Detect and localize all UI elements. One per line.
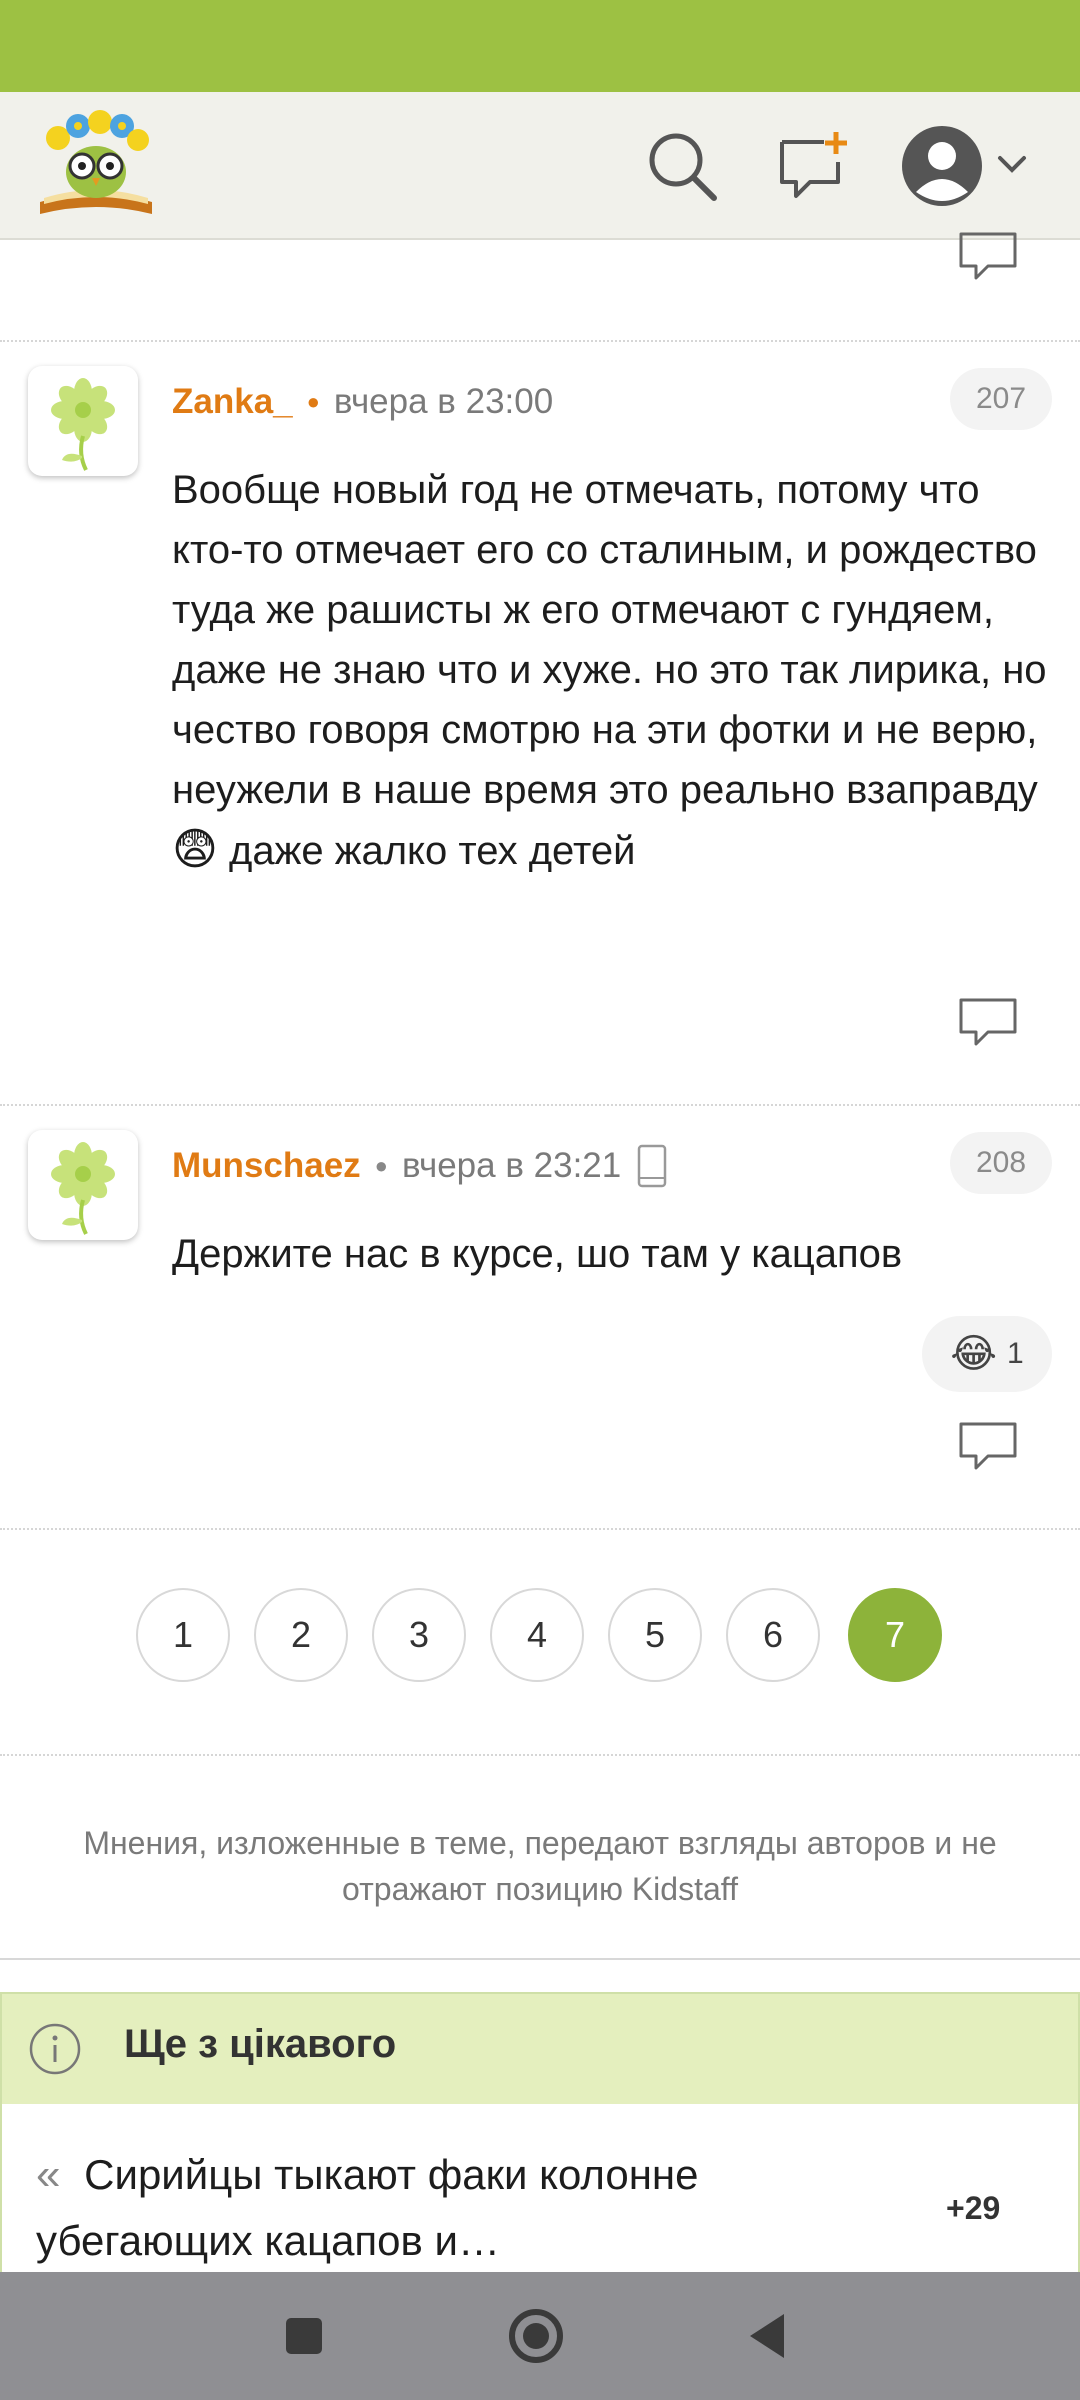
kidstaff-logo[interactable] <box>34 106 158 224</box>
home-icon[interactable] <box>504 2304 568 2368</box>
comment-text: Держите нас в курсе, шо там у кацапов <box>172 1232 903 1276</box>
more-item-title[interactable]: Сирийцы тыкают факи колонне убегающих ка… <box>36 2151 699 2264</box>
double-chevron-icon: « <box>36 2150 61 2199</box>
page-5-button[interactable]: 5 <box>608 1588 702 1682</box>
divider <box>0 1958 1080 1960</box>
info-icon <box>29 2023 81 2075</box>
comment-author[interactable]: Munschaez <box>172 1146 361 1186</box>
comment-text: Вообще новый год не отмечать, потому что… <box>172 460 1052 881</box>
more-interesting-item[interactable]: « Сирийцы тыкают факи колонне убегающих … <box>36 2142 856 2274</box>
reply-icon[interactable] <box>958 996 1018 1052</box>
status-bar <box>0 0 1080 92</box>
comment-separator <box>0 1528 1080 1530</box>
flower-avatar-icon <box>51 1142 115 1235</box>
user-menu-button[interactable] <box>900 120 1030 212</box>
more-item-score: +29 <box>946 2190 1001 2226</box>
android-navigation-bar <box>0 2272 1080 2400</box>
back-icon[interactable] <box>736 2304 800 2368</box>
comment-time: вчера в 23:21 <box>401 1146 622 1185</box>
comment-separator <box>0 340 1080 342</box>
reply-icon[interactable] <box>958 1420 1018 1476</box>
page-2-button[interactable]: 2 <box>254 1588 348 1682</box>
more-interesting-header: Ще з цікавого <box>2 1994 1078 2104</box>
more-interesting-title: Ще з цікавого <box>124 2022 397 2066</box>
comment-author[interactable]: Zanka_ <box>172 382 293 422</box>
reply-icon[interactable] <box>958 230 1018 286</box>
new-post-icon[interactable] <box>776 128 852 204</box>
reaction-badge[interactable]: 😂 1 <box>922 1316 1052 1392</box>
avatar[interactable] <box>28 1130 138 1240</box>
page-6-button[interactable]: 6 <box>726 1588 820 1682</box>
page-1-button[interactable]: 1 <box>136 1588 230 1682</box>
comment-emoji: 😨 <box>172 825 218 874</box>
top-header <box>0 92 1080 240</box>
section-separator <box>0 1754 1080 1756</box>
search-icon[interactable] <box>644 128 720 204</box>
online-dot: ● <box>306 389 320 414</box>
comment-separator <box>0 1104 1080 1106</box>
comment-text-main: Вообще новый год не отмечать, потому что… <box>172 468 1047 812</box>
comment-number[interactable]: 208 <box>950 1132 1052 1194</box>
comment-time: вчера в 23:00 <box>333 382 554 421</box>
page-4-button[interactable]: 4 <box>490 1588 584 1682</box>
disclaimer-text: Мнения, изложенные в теме, передают взгл… <box>83 1825 997 1907</box>
avatar[interactable] <box>28 366 138 476</box>
laughing-emoji-icon: 😂 <box>950 1332 998 1376</box>
page-3-button[interactable]: 3 <box>372 1588 466 1682</box>
more-interesting-panel: Ще з цікавого « Сирийцы тыкают факи коло… <box>0 1992 1080 2292</box>
separator-dot: ● <box>374 1153 388 1178</box>
pagination: 1 2 3 4 5 6 7 <box>136 1588 944 1684</box>
comment-text-tail: даже жалко тех детей <box>229 829 636 873</box>
recent-apps-icon[interactable] <box>272 2304 336 2368</box>
page-7-button-current[interactable]: 7 <box>848 1588 942 1682</box>
comment-number[interactable]: 207 <box>950 368 1052 430</box>
flower-avatar-icon <box>51 378 115 471</box>
mobile-device-icon <box>637 1144 667 1188</box>
reaction-count: 1 <box>1007 1337 1024 1370</box>
